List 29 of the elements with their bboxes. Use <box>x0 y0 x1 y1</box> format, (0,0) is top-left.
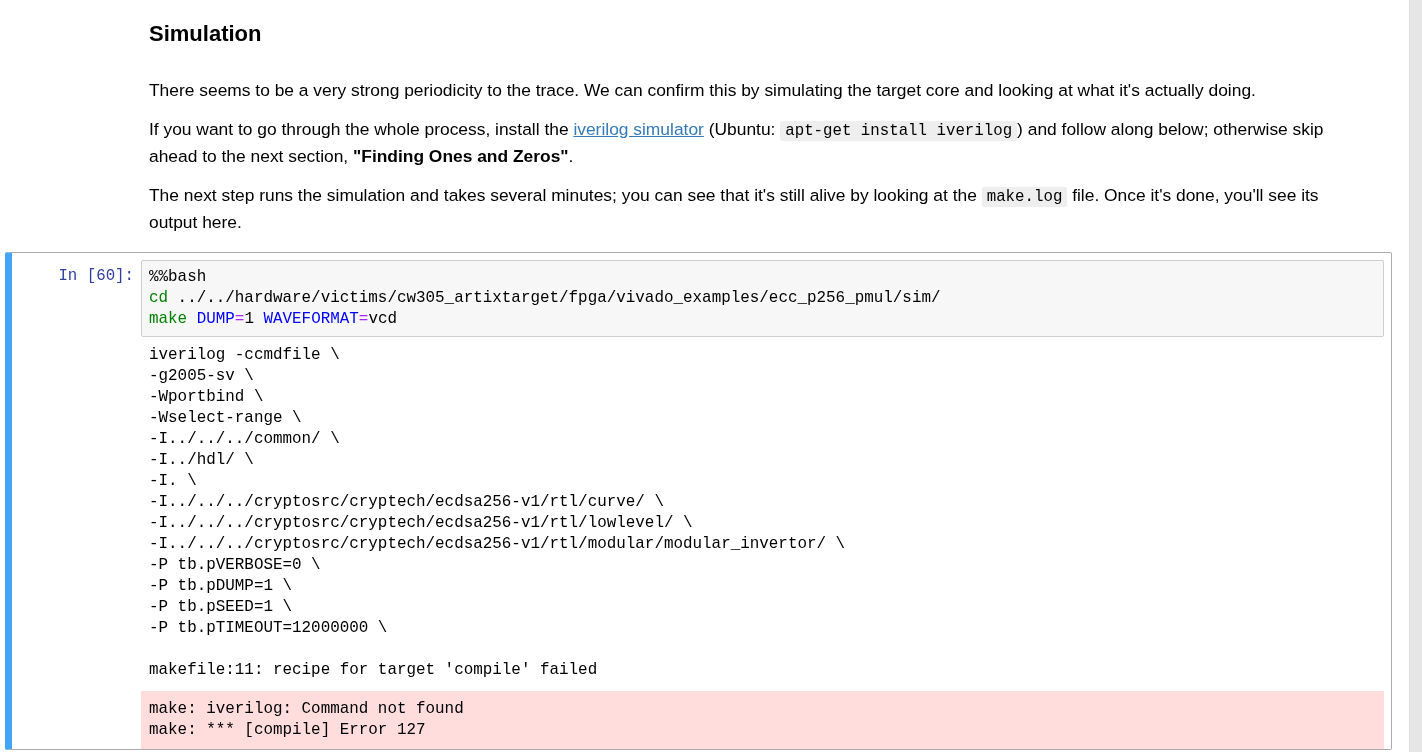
output-line: -P tb.pVERBOSE=0 \ <box>149 555 322 576</box>
code-editor[interactable]: %%bash cd ../../hardware/victims/cw305_artixtarget/fpga/vivado_examples/ecc_p256_pmul/sim/ make DUMP=1 WAVEFORMAT=vcd <box>141 260 1384 337</box>
output-line: -I../hdl/ \ <box>149 450 255 471</box>
section-heading: Simulation <box>149 20 263 48</box>
code-line: %%bash <box>149 267 208 288</box>
output-line: -I../../../cryptosrc/cryptech/ecdsa256-v1/rtl/lowlevel/ \ <box>149 513 694 534</box>
output-line: -I../../../cryptosrc/cryptech/ecdsa256-v1/rtl/curve/ \ <box>149 492 665 513</box>
output-line: -g2005-sv \ <box>149 366 255 387</box>
output-line: -I../../../common/ \ <box>149 429 341 450</box>
paragraph: If you want to go through the whole process, install the iverilog simulator (Ubuntu: apt-get install iverilog ) and follow along below; otherwise skip ahead to the next section, "Finding Ones and Zeros". <box>149 118 1325 168</box>
output-line: -Wselect-range \ <box>149 408 303 429</box>
code-cell[interactable] <box>5 252 1392 750</box>
output-line: -I../../../cryptosrc/cryptech/ecdsa256-v1/rtl/modular/modular_invertor/ \ <box>149 534 847 555</box>
output-line: make: iverilog: Command not found <box>149 699 465 720</box>
scrollbar[interactable] <box>1409 0 1422 752</box>
code-line: cd ../../hardware/victims/cw305_artixtarget/fpga/vivado_examples/ecc_p256_pmul/sim/ <box>149 288 942 309</box>
output-line: -Wportbind \ <box>149 387 265 408</box>
output-line: -P tb.pSEED=1 \ <box>149 597 294 618</box>
paragraph: There seems to be a very strong periodicity to the trace. We can confirm this by simulating the target core and looking at what it's actually doing. <box>149 79 1257 102</box>
output-line: -I. \ <box>149 471 198 492</box>
simulator-link[interactable]: iverilog simulator <box>573 119 704 139</box>
output-line: iverilog -ccmdfile \ <box>149 345 341 366</box>
output-line: -P tb.pDUMP=1 \ <box>149 576 294 597</box>
output-line: makefile:11: recipe for target 'compile' failed <box>149 660 599 681</box>
code-line: make DUMP=1 WAVEFORMAT=vcd <box>149 309 398 330</box>
paragraph: The next step runs the simulation and takes several minutes; you can see that it's still alive by looking at the make.log file. Once it's done, you'll see its output here. <box>149 184 1320 234</box>
output-line: make: *** [compile] Error 127 <box>149 720 427 741</box>
output-line: -P tb.pTIMEOUT=12000000 \ <box>149 618 389 639</box>
input-prompt: In [60]: <box>57 266 135 287</box>
